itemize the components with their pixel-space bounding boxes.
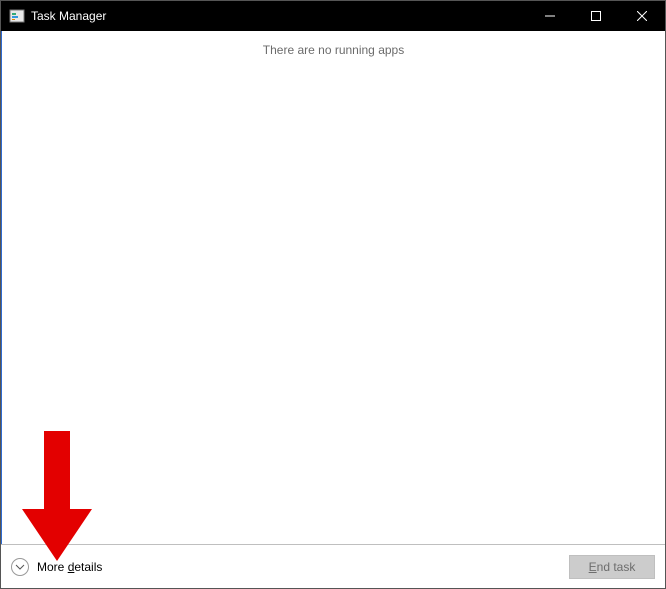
more-details-label: More details [37, 560, 102, 574]
empty-state-message: There are no running apps [2, 43, 665, 57]
process-list-area: There are no running apps [1, 31, 665, 544]
maximize-button[interactable] [573, 1, 619, 31]
footer-bar: More details End task [1, 544, 665, 588]
task-manager-window: Task Manager There are no running apps M… [0, 0, 666, 589]
end-task-button[interactable]: End task [569, 555, 655, 579]
more-details-button[interactable]: More details [11, 558, 102, 576]
window-controls [527, 1, 665, 31]
close-button[interactable] [619, 1, 665, 31]
minimize-button[interactable] [527, 1, 573, 31]
titlebar[interactable]: Task Manager [1, 1, 665, 31]
app-icon [9, 8, 25, 24]
window-title: Task Manager [31, 9, 527, 23]
chevron-down-circle-icon [11, 558, 29, 576]
annotation-arrow-icon [22, 431, 92, 561]
